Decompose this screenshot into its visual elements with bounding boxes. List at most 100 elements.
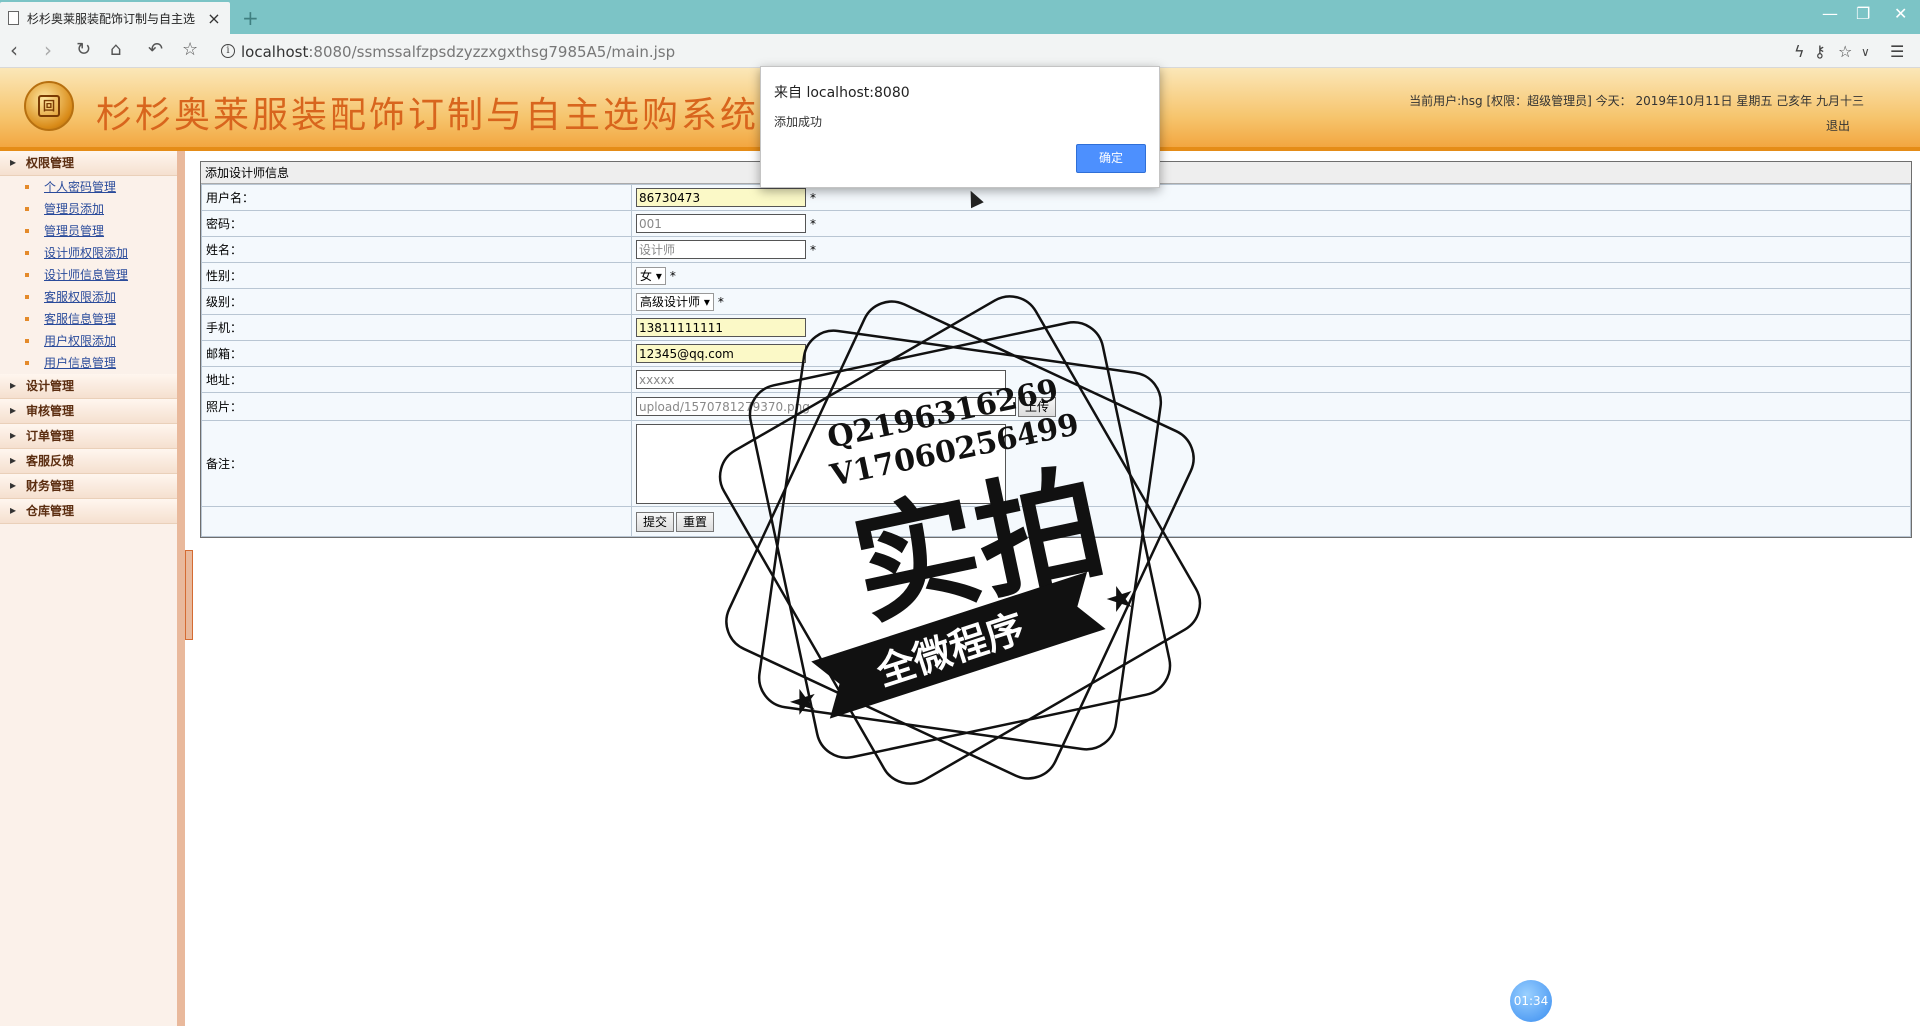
sidebar-item-service-manage[interactable]: 客服信息管理 — [0, 308, 177, 330]
actions-label — [201, 506, 632, 537]
site-title: 杉杉奥莱服装配饰订制与自主选购系统 — [96, 95, 760, 136]
required-mark: * — [810, 190, 816, 205]
sidebar-item-designer-add[interactable]: 设计师权限添加 — [0, 242, 177, 264]
sidebar-item-designer-manage[interactable]: 设计师信息管理 — [0, 264, 177, 286]
gender-cell: 女 ▾ * — [631, 262, 1911, 289]
info-icon[interactable]: i — [221, 44, 235, 58]
sidebar-item-admin-manage[interactable]: 管理员管理 — [0, 220, 177, 242]
form-row-email: 邮箱： — [201, 340, 1911, 367]
star-icon: ★ — [783, 678, 824, 725]
password-cell: * — [631, 210, 1911, 237]
undo-icon[interactable]: ↶ — [148, 40, 163, 60]
bookmark-star-icon[interactable]: ☆ — [182, 40, 198, 60]
form-row-address: 地址： — [201, 366, 1911, 393]
sidebar-item-user-manage[interactable]: 用户信息管理 — [0, 352, 177, 374]
recording-timer: 01:34 — [1510, 980, 1552, 1022]
form-row-username: 用户名： * — [201, 184, 1911, 211]
sidebar-item-service-add[interactable]: 客服权限添加 — [0, 286, 177, 308]
sidebar-group-design[interactable]: 设计管理 — [0, 373, 177, 399]
address-input[interactable] — [636, 370, 1006, 389]
name-cell: * — [631, 236, 1911, 263]
form-row-password: 密码： * — [201, 210, 1911, 237]
form-row-gender: 性别： 女 ▾ * — [201, 262, 1911, 289]
site-logo: 回 — [24, 81, 74, 131]
sidebar-group-permission[interactable]: 权限管理 — [0, 150, 177, 176]
reload-icon[interactable]: ↻ — [76, 40, 91, 60]
form-row-level: 级别： 高级设计师 ▾ * — [201, 288, 1911, 315]
key-icon[interactable]: ⚷ — [1814, 42, 1826, 61]
watermark-banner-text: 全微程序 — [870, 606, 1029, 695]
minimize-icon[interactable]: — — [1822, 4, 1838, 23]
page-icon — [8, 11, 19, 25]
required-mark: * — [810, 243, 816, 257]
level-label: 级别： — [201, 288, 632, 315]
star-icon: ★ — [1100, 575, 1141, 622]
form-row-photo: 照片： 上传 — [201, 392, 1911, 421]
browser-tab[interactable]: 杉杉奥莱服装配饰订制与自主选 × — [0, 2, 230, 34]
logo-mark: 回 — [38, 95, 60, 117]
dialog-message: 添加成功 — [774, 115, 823, 129]
level-select[interactable]: 高级设计师 ▾ — [636, 292, 714, 311]
lightning-icon[interactable]: ϟ — [1794, 42, 1805, 61]
sidebar-group-orders[interactable]: 订单管理 — [0, 423, 177, 449]
browser-titlebar: 杉杉奥莱服装配饰订制与自主选 × + — ❐ ✕ — [0, 0, 1920, 34]
tab-title: 杉杉奥莱服装配饰订制与自主选 — [27, 11, 196, 26]
sidebar-group-finance[interactable]: 财务管理 — [0, 473, 177, 499]
photo-path-input[interactable] — [636, 397, 1016, 416]
url-host: localhost — [241, 43, 309, 61]
sidebar-group-warehouse[interactable]: 仓库管理 — [0, 498, 177, 524]
actions-cell: 提交 重置 — [631, 506, 1911, 537]
tab-close-icon[interactable]: × — [206, 9, 222, 28]
email-label: 邮箱： — [201, 340, 632, 367]
logout-link[interactable]: 退出 — [1826, 117, 1850, 134]
remark-label: 备注： — [201, 420, 632, 507]
address-cell — [631, 366, 1911, 393]
required-mark: * — [810, 216, 816, 231]
remark-cell — [631, 420, 1911, 507]
menu-icon[interactable]: ☰ — [1890, 42, 1904, 61]
level-cell: 高级设计师 ▾ * — [631, 288, 1911, 315]
email-input[interactable] — [636, 344, 806, 363]
restore-icon[interactable]: ❐ — [1856, 4, 1870, 23]
sidebar-item-user-add[interactable]: 用户权限添加 — [0, 330, 177, 352]
forward-icon[interactable]: › — [44, 40, 52, 60]
password-label: 密码： — [201, 210, 632, 237]
form-row-phone: 手机： — [201, 314, 1911, 341]
star-icon[interactable]: ☆ — [1838, 42, 1852, 61]
form-row-actions: 提交 重置 — [201, 506, 1911, 537]
phone-input[interactable] — [636, 318, 806, 337]
sidebar-item-admin-add[interactable]: 管理员添加 — [0, 198, 177, 220]
dropdown-arrow-icon: ▾ — [703, 294, 710, 309]
home-icon[interactable]: ⌂ — [110, 40, 121, 60]
photo-cell: 上传 — [631, 392, 1911, 421]
gender-select[interactable]: 女 ▾ — [636, 266, 666, 285]
sidebar-item-personal-password[interactable]: 个人密码管理 — [0, 176, 177, 198]
name-input[interactable] — [636, 240, 806, 259]
sidebar-group-audit[interactable]: 审核管理 — [0, 398, 177, 424]
alert-dialog: 来自 localhost:8080 添加成功 确定 — [760, 66, 1160, 188]
form-table: 用户名： * 密码： * 姓名： * 性别： 女 ▾* 级别： 高级设计师 ▾*… — [201, 184, 1911, 537]
close-window-icon[interactable]: ✕ — [1894, 4, 1907, 23]
sidebar-group-feedback[interactable]: 客服反馈 — [0, 448, 177, 474]
url-field[interactable]: localhost:8080/ssmssalfzpsdzyzzxgxthsg79… — [241, 43, 675, 61]
dialog-ok-button[interactable]: 确定 — [1076, 144, 1146, 173]
username-input[interactable] — [636, 188, 806, 207]
remark-textarea[interactable] — [636, 423, 1006, 504]
password-input[interactable] — [636, 214, 806, 233]
new-tab-icon[interactable]: + — [242, 6, 259, 30]
upload-button[interactable]: 上传 — [1018, 396, 1057, 417]
address-bar: ‹ › ↻ ⌂ ↶ ☆ i localhost:8080/ssmssalfzps… — [0, 34, 1920, 68]
back-icon[interactable]: ‹ — [10, 40, 18, 60]
submit-button[interactable]: 提交 — [636, 511, 675, 532]
chevron-down-icon[interactable]: ∨ — [1861, 45, 1870, 59]
sidebar-collapse-handle[interactable] — [185, 550, 193, 640]
sidebar: 权限管理 个人密码管理 管理员添加 管理员管理 设计师权限添加 设计师信息管理 … — [0, 150, 185, 1026]
url-path: :8080/ssmssalfzpsdzyzzxgxthsg7985A5/main… — [308, 43, 676, 61]
address-label: 地址： — [201, 366, 632, 393]
photo-label: 照片： — [201, 392, 632, 421]
dropdown-arrow-icon: ▾ — [655, 268, 662, 283]
reset-button[interactable]: 重置 — [676, 511, 715, 532]
gender-value: 女 — [640, 268, 653, 283]
form-row-remark: 备注： — [201, 420, 1911, 507]
required-mark: * — [717, 294, 724, 309]
